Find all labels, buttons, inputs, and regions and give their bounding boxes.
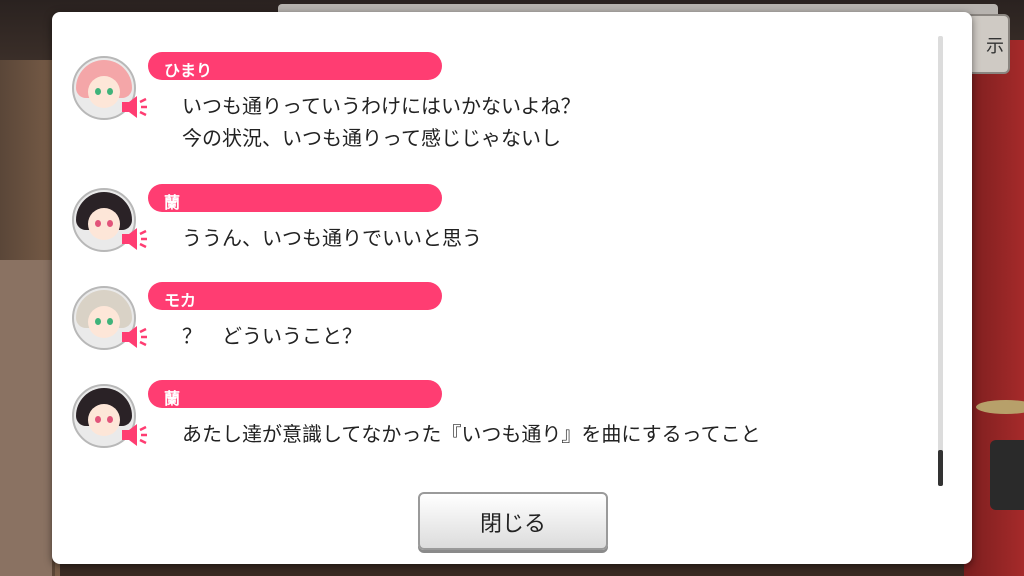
dialogue-line: あたし達が意識してなかった『いつも通り』を曲にするってこと <box>182 422 761 446</box>
avatar-face <box>88 306 120 338</box>
voice-replay-icon[interactable] <box>120 324 148 350</box>
speaker-name-pill: ひまり <box>148 52 442 80</box>
speaker-name: 蘭 <box>164 193 181 212</box>
log-entry: 蘭 あたし達が意識してなかった『いつも通り』を曲にするってこと <box>72 380 892 474</box>
voice-replay-icon[interactable] <box>120 422 148 448</box>
speaker-name-pill: 蘭 <box>148 380 442 408</box>
speaker-name: モカ <box>164 291 197 310</box>
speaker-name-pill: 蘭 <box>148 184 442 212</box>
avatar-eye <box>107 88 113 95</box>
log-entry: ひまり いつも通りっていうわけにはいかないよね？ 今の状況、いつも通りって感じじ… <box>72 52 892 150</box>
avatar-eye <box>95 416 101 423</box>
drum <box>990 440 1024 510</box>
avatar-eye <box>107 220 113 227</box>
background-door <box>0 260 55 576</box>
avatar-face <box>88 208 120 240</box>
dialogue-line: ううん、いつも通りでいいと思う <box>182 226 482 250</box>
avatar-face <box>88 404 120 436</box>
log-dialog: ひまり いつも通りっていうわけにはいかないよね？ 今の状況、いつも通りって感じじ… <box>52 12 972 564</box>
close-button-label: 閉じる <box>479 512 546 537</box>
speaker-name-pill: モカ <box>148 282 442 310</box>
side-button-label: 示 <box>986 36 1004 57</box>
log-entry: モカ ？ どういうこと？ <box>72 282 892 376</box>
dialogue-line: いつも通りっていうわけにはいかないよね？ <box>182 94 581 118</box>
avatar-eye <box>107 318 113 325</box>
close-button[interactable]: 閉じる <box>418 492 608 550</box>
dialogue-line: ？ どういうこと？ <box>182 324 362 348</box>
voice-replay-icon[interactable] <box>120 94 148 120</box>
avatar-eye <box>95 220 101 227</box>
scrollbar-thumb[interactable] <box>938 450 943 486</box>
log-entry: 蘭 ううん、いつも通りでいいと思う <box>72 184 892 278</box>
speaker-name: ひまり <box>164 61 213 80</box>
avatar-eye <box>95 318 101 325</box>
avatar-face <box>88 76 120 108</box>
dialogue-line: 今の状況、いつも通りって感じじゃないし <box>182 126 561 150</box>
avatar-eye <box>95 88 101 95</box>
speaker-name: 蘭 <box>164 389 181 408</box>
log-scrollbar[interactable] <box>938 36 943 486</box>
avatar-eye <box>107 416 113 423</box>
voice-replay-icon[interactable] <box>120 226 148 252</box>
